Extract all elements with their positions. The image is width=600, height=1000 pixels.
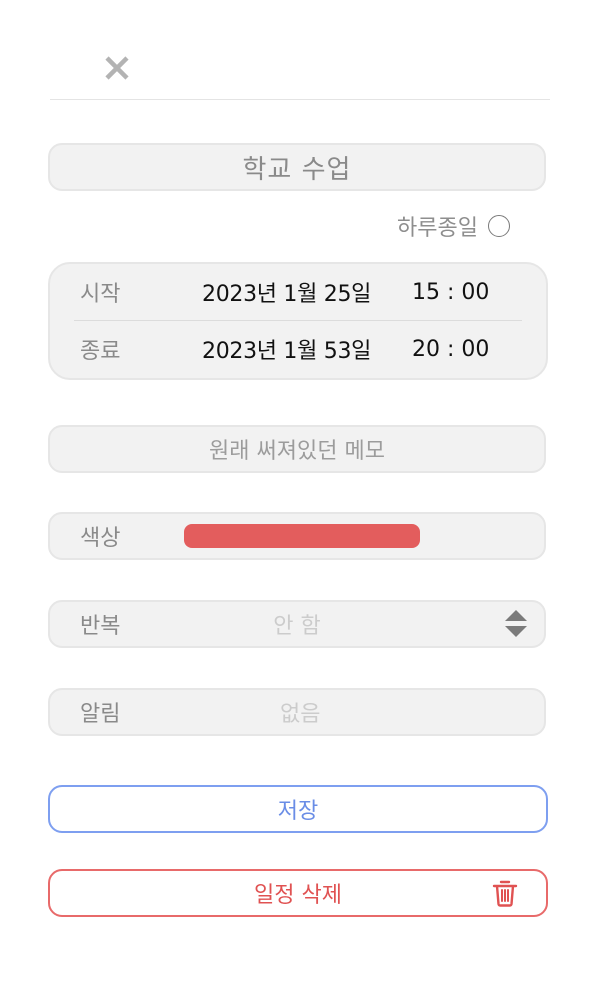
color-label: 색상 [80, 526, 121, 551]
schedule-edit-screen: 학교 수업 하루종일 시작 2023년 1월 25일 15 : 00 종료 20… [0, 0, 600, 1000]
datetime-card: 시작 2023년 1월 25일 15 : 00 종료 2023년 1월 53일 … [48, 262, 548, 380]
delete-button-label: 일정 삭제 [254, 883, 342, 908]
start-row: 시작 2023년 1월 25일 15 : 00 [50, 264, 546, 320]
memo-input[interactable]: 원래 써져있던 메모 [48, 425, 546, 473]
repeat-selector[interactable]: 반복 안 함 [48, 600, 546, 648]
end-time[interactable]: 20 : 00 [412, 337, 489, 362]
repeat-value: 안 함 [273, 614, 321, 639]
alarm-value: 없음 [280, 702, 321, 727]
alarm-label: 알림 [80, 702, 121, 727]
all-day-label: 하루종일 [397, 216, 478, 241]
title-input[interactable]: 학교 수업 [48, 143, 546, 191]
start-label: 시작 [80, 282, 121, 307]
header-divider [50, 99, 550, 100]
updown-icon[interactable] [504, 609, 528, 639]
color-swatch[interactable] [184, 524, 420, 548]
trash-icon [492, 880, 518, 907]
alarm-selector[interactable]: 알림 없음 [48, 688, 546, 736]
all-day-toggle[interactable]: 하루종일 [397, 210, 510, 242]
save-button-label: 저장 [277, 799, 319, 824]
close-button[interactable] [100, 51, 134, 85]
start-time[interactable]: 15 : 00 [412, 280, 489, 305]
all-day-radio[interactable] [488, 215, 510, 237]
end-row: 종료 2023년 1월 53일 20 : 00 [50, 321, 546, 377]
start-date[interactable]: 2023년 1월 25일 [202, 276, 371, 308]
title-text: 학교 수업 [242, 154, 352, 185]
close-icon [105, 56, 129, 80]
end-date[interactable]: 2023년 1월 53일 [202, 333, 371, 365]
color-selector[interactable]: 색상 [48, 512, 546, 560]
save-button[interactable]: 저장 [48, 785, 548, 833]
end-label: 종료 [80, 339, 121, 364]
delete-schedule-button[interactable]: 일정 삭제 [48, 869, 548, 917]
memo-text: 원래 써져있던 메모 [209, 439, 385, 464]
